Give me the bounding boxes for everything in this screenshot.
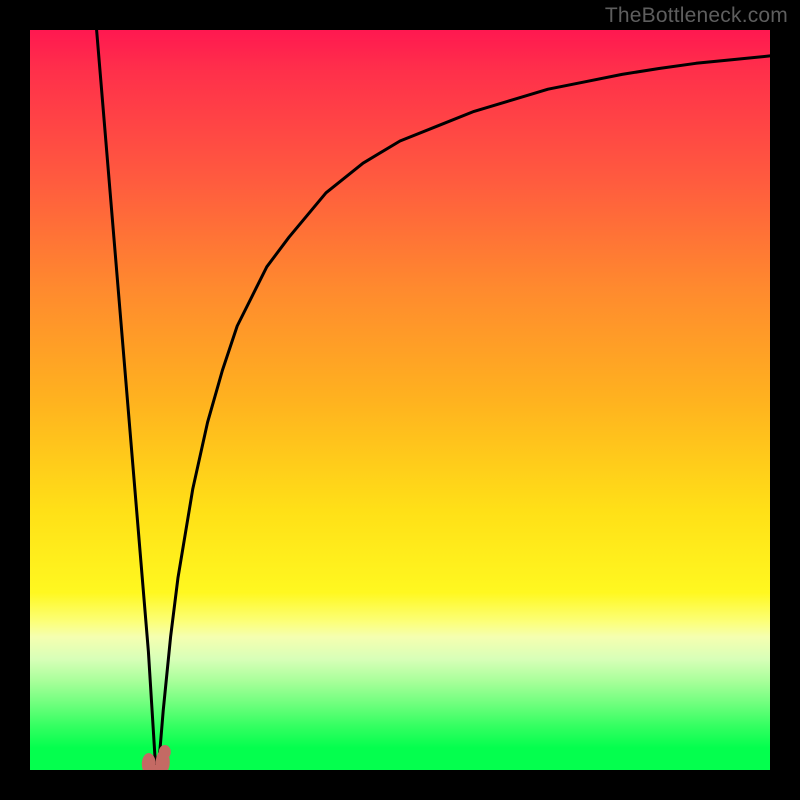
chart-frame: TheBottleneck.com: [0, 0, 800, 800]
watermark-text: TheBottleneck.com: [605, 4, 788, 28]
curve-layer: [30, 30, 770, 770]
bottleneck-curve: [97, 30, 770, 770]
plot-area: [30, 30, 770, 770]
